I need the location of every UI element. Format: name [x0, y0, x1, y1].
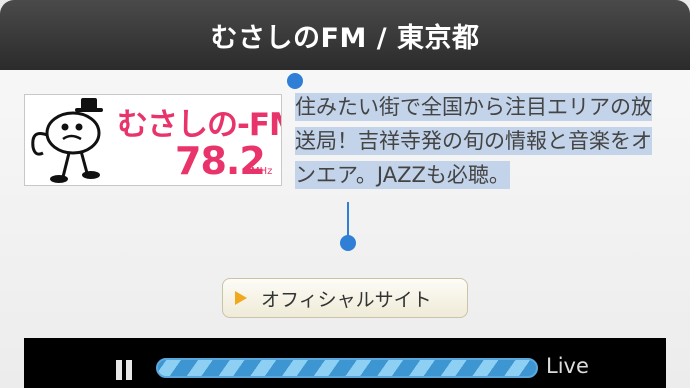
logo-station-name: むさしの-FM [117, 107, 282, 143]
station-description[interactable]: 住みたい街で全国から注目エリアの放送局！吉祥寺発の旬の情報と音楽をオンエア。JA… [295, 93, 652, 189]
selection-start-handle-icon[interactable] [286, 72, 304, 90]
page-title: むさしのFM / 東京都 [210, 22, 480, 54]
pause-icon[interactable] [114, 360, 136, 382]
logo-frequency-unit: MHz [251, 166, 273, 177]
title-bar: むさしのFM / 東京都 [0, 0, 690, 70]
station-card: むさしのFM / 東京都 むさしの-FM 78.2 MHz 住みたい街で全国から… [0, 0, 690, 388]
live-status-label: Live [546, 354, 589, 378]
mascot-icon [31, 98, 103, 183]
station-description-block: 住みたい街で全国から注目エリアの放送局！吉祥寺発の旬の情報と音楽をオンエア。JA… [295, 90, 665, 192]
selection-end-handle-icon[interactable] [339, 202, 357, 252]
station-description-paragraph: 住みたい街で全国から注目エリアの放送局！吉祥寺発の旬の情報と音楽をオンエア。JA… [295, 90, 665, 192]
official-site-label: オフィシャルサイト [261, 288, 432, 311]
audio-player: Live [24, 338, 666, 388]
station-logo: むさしの-FM 78.2 MHz [24, 94, 282, 186]
live-progress-bar[interactable] [156, 358, 538, 378]
official-site-button[interactable]: オフィシャルサイト [222, 278, 468, 318]
station-panel: むさしの-FM 78.2 MHz 住みたい街で全国から注目エリアの放送局！吉祥寺… [0, 70, 690, 388]
play-triangle-icon [235, 291, 247, 305]
